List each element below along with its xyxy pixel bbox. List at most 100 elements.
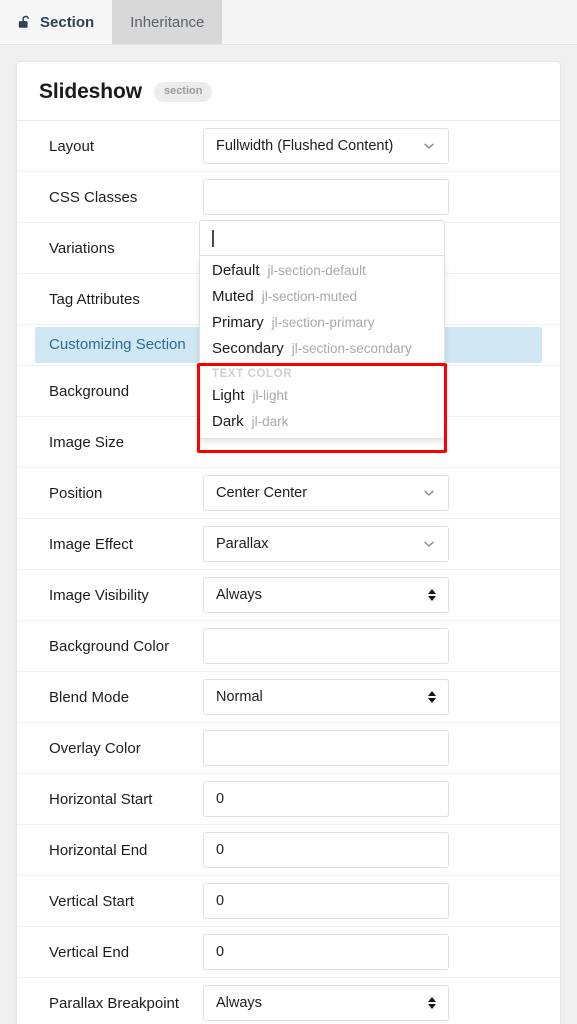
image-effect-value: Parallax — [216, 536, 269, 552]
table-row: Image Visibility Always — [17, 570, 560, 621]
table-row: Image Effect Parallax — [17, 519, 560, 570]
image-visibility-value: Always — [216, 587, 262, 603]
field-label-horizontal-start: Horizontal Start — [49, 790, 153, 808]
table-row: Vertical Start 0 — [17, 876, 560, 927]
field-control-vertical-end: 0 — [203, 927, 542, 977]
option-label: Light — [212, 387, 245, 404]
image-visibility-select[interactable]: Always — [203, 577, 449, 613]
blend-mode-select[interactable]: Normal — [203, 679, 449, 715]
tab-section[interactable]: Section — [0, 0, 113, 45]
unlock-icon — [18, 15, 32, 30]
variations-option-list[interactable]: Default jl-section-default Muted jl-sect… — [199, 256, 445, 439]
option-slug: jl-section-muted — [261, 289, 357, 304]
css-classes-input[interactable] — [203, 179, 449, 215]
table-row: Parallax Breakpoint Always — [17, 978, 560, 1024]
table-row: Vertical End 0 — [17, 927, 560, 978]
option-label: Muted — [212, 288, 254, 305]
option-group-header-text-color: TEXT COLOR — [212, 368, 293, 380]
field-label-image-visibility: Image Visibility — [49, 586, 149, 604]
option-light[interactable]: Light jl-light — [200, 383, 444, 409]
stepper-arrows-icon — [428, 588, 436, 602]
option-dark[interactable]: Dark jl-dark — [200, 409, 444, 435]
field-label-variations: Variations — [49, 239, 115, 257]
field-label-css-classes: CSS Classes — [49, 188, 138, 206]
chevron-down-icon — [422, 537, 436, 551]
option-label: Primary — [212, 314, 264, 331]
option-slug: jl-section-secondary — [291, 341, 412, 356]
stepper-arrows-icon — [428, 996, 436, 1010]
option-primary[interactable]: Primary jl-section-primary — [200, 310, 444, 336]
field-label-overlay-color: Overlay Color — [49, 739, 141, 757]
chevron-down-icon — [422, 486, 436, 500]
option-slug: jl-section-primary — [271, 315, 375, 330]
field-control-parallax-breakpoint: Always — [203, 978, 542, 1024]
card-header: Slideshow section — [17, 62, 560, 121]
field-control-css-classes — [203, 172, 542, 222]
option-secondary[interactable]: Secondary jl-section-secondary — [200, 336, 444, 362]
field-label-image-size: Image Size — [49, 433, 125, 451]
field-control-horizontal-end: 0 — [203, 825, 542, 875]
field-label-parallax-breakpoint: Parallax Breakpoint — [49, 994, 180, 1012]
table-row: Background Color — [17, 621, 560, 672]
background-color-input[interactable] — [203, 628, 449, 664]
parallax-breakpoint-value: Always — [216, 995, 262, 1011]
horizontal-end-input[interactable]: 0 — [203, 832, 449, 868]
table-row: Horizontal Start 0 — [17, 774, 560, 825]
field-control-layout: Fullwidth (Flushed Content) — [203, 121, 542, 171]
option-muted[interactable]: Muted jl-section-muted — [200, 284, 444, 310]
vertical-start-input[interactable]: 0 — [203, 883, 449, 919]
table-row: CSS Classes — [17, 172, 560, 223]
field-label-layout: Layout — [49, 137, 95, 155]
field-label-horizontal-end: Horizontal End — [49, 841, 148, 859]
position-value: Center Center — [216, 485, 308, 501]
field-label-image-effect: Image Effect — [49, 535, 133, 553]
blend-mode-value: Normal — [216, 689, 263, 705]
option-slug: jl-light — [252, 388, 288, 403]
variations-combobox: Default jl-section-default Muted jl-sect… — [199, 220, 445, 439]
text-caret — [212, 229, 214, 247]
field-control-blend-mode: Normal — [203, 672, 542, 722]
tab-inheritance[interactable]: Inheritance — [112, 0, 223, 45]
section-settings-card: Slideshow section Layout Fullwidth (Flus… — [16, 61, 561, 1024]
table-row: Position Center Center — [17, 468, 560, 519]
field-control-overlay-color — [203, 723, 542, 773]
field-label-position: Position — [49, 484, 103, 502]
field-label-vertical-start: Vertical Start — [49, 892, 135, 910]
horizontal-start-input[interactable]: 0 — [203, 781, 449, 817]
vertical-end-value: 0 — [216, 944, 225, 960]
option-slug: jl-dark — [251, 414, 289, 429]
table-row: Blend Mode Normal — [17, 672, 560, 723]
field-control-image-effect: Parallax — [203, 519, 542, 569]
chevron-down-icon — [422, 139, 436, 153]
field-control-vertical-start: 0 — [203, 876, 542, 926]
field-label-blend-mode: Blend Mode — [49, 688, 130, 706]
status-badge: section — [153, 82, 213, 102]
parallax-breakpoint-select[interactable]: Always — [203, 985, 449, 1021]
position-select[interactable]: Center Center — [203, 475, 449, 511]
option-default[interactable]: Default jl-section-default — [200, 258, 444, 284]
table-row: Horizontal End 0 — [17, 825, 560, 876]
option-slug: jl-section-default — [267, 263, 366, 278]
overlay-color-input[interactable] — [203, 730, 449, 766]
page-title: Slideshow — [39, 80, 142, 103]
field-label-vertical-end: Vertical End — [49, 943, 130, 961]
field-label-background: Background — [49, 382, 130, 400]
field-control-image-visibility: Always — [203, 570, 542, 620]
field-label-background-color: Background Color — [49, 637, 170, 655]
table-row: Overlay Color — [17, 723, 560, 774]
option-label: Dark — [212, 413, 244, 430]
field-control-horizontal-start: 0 — [203, 774, 542, 824]
variations-input[interactable] — [199, 220, 445, 256]
image-effect-select[interactable]: Parallax — [203, 526, 449, 562]
horizontal-start-value: 0 — [216, 791, 225, 807]
field-label-tag-attributes: Tag Attributes — [49, 290, 140, 308]
vertical-end-input[interactable]: 0 — [203, 934, 449, 970]
field-control-background-color — [203, 621, 542, 671]
tab-inheritance-label: Inheritance — [130, 14, 205, 31]
option-label: Secondary — [212, 340, 284, 357]
tab-bar: Section Inheritance — [0, 0, 577, 45]
vertical-start-value: 0 — [216, 893, 225, 909]
stepper-arrows-icon — [428, 690, 436, 704]
table-row: Layout Fullwidth (Flushed Content) — [17, 121, 560, 172]
layout-select[interactable]: Fullwidth (Flushed Content) — [203, 128, 449, 164]
